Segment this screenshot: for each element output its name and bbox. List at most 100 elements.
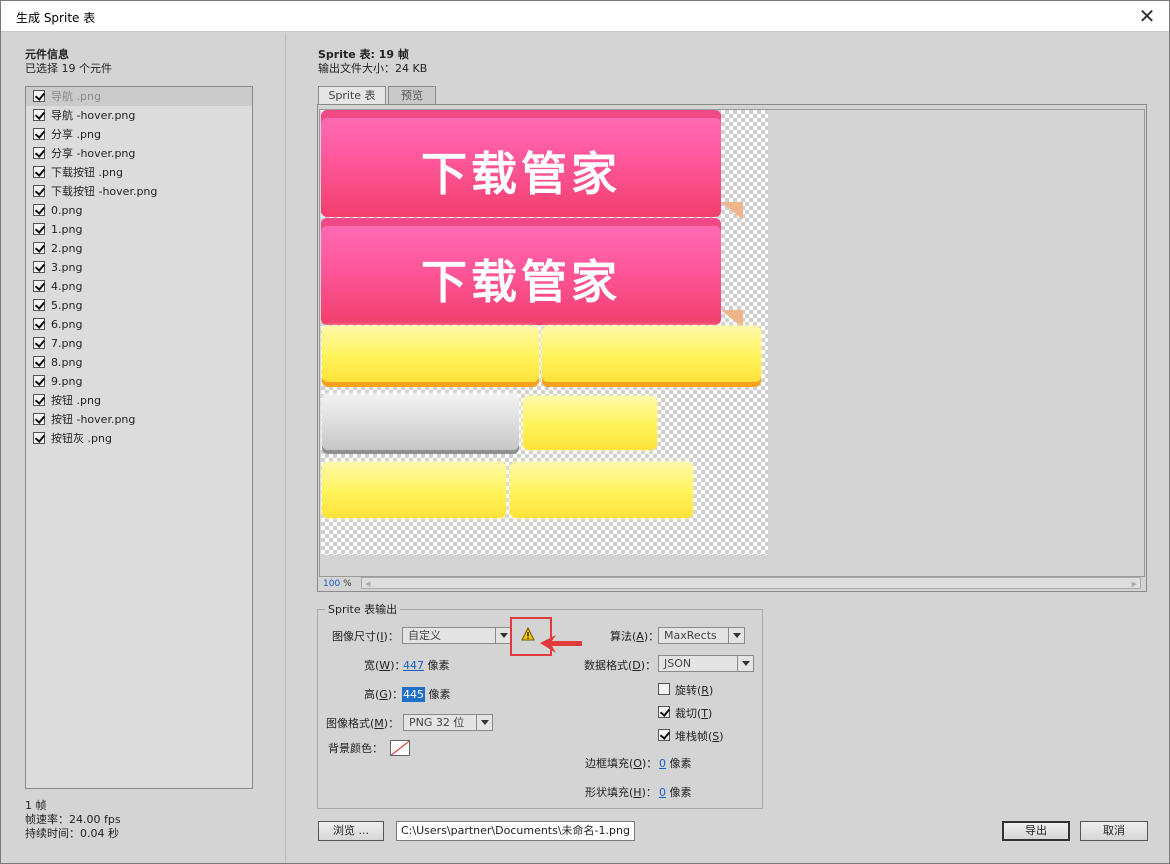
symbol-list-item[interactable]: 分享 -hover.png <box>26 144 252 163</box>
trim-checkbox[interactable] <box>658 706 670 718</box>
symbol-checkbox[interactable] <box>33 394 45 406</box>
zoom-value[interactable]: 100 <box>323 579 340 589</box>
width-label: 宽(W)： <box>364 659 406 672</box>
cancel-button[interactable]: 取消 <box>1080 821 1148 841</box>
image-format-select[interactable]: PNG 32 位 <box>403 714 493 731</box>
rotate-checkbox[interactable] <box>658 683 670 695</box>
zoom-level[interactable]: 100 % <box>323 579 352 589</box>
height-value[interactable]: 445 <box>402 687 425 702</box>
symbol-checkbox[interactable] <box>33 147 45 159</box>
symbol-list-item[interactable]: 2.png <box>26 239 252 258</box>
red-arrow-left-icon <box>540 635 582 653</box>
symbol-list-item[interactable]: 5.png <box>26 296 252 315</box>
zoom-unit: % <box>343 579 352 589</box>
symbol-list-item[interactable]: 0.png <box>26 201 252 220</box>
symbol-list-item[interactable]: 按钮灰 .png <box>26 429 252 448</box>
stack-frames-label: 堆栈帧(S) <box>675 730 724 743</box>
symbol-list-item[interactable]: 7.png <box>26 334 252 353</box>
image-size-label: 图像尺寸(I)： <box>332 630 399 643</box>
symbol-checkbox[interactable] <box>33 356 45 368</box>
symbol-checkbox[interactable] <box>33 432 45 444</box>
symbol-checkbox[interactable] <box>33 318 45 330</box>
symbol-checkbox[interactable] <box>33 166 45 178</box>
symbol-checkbox[interactable] <box>33 413 45 425</box>
symbol-list[interactable]: 导航 .png 导航 -hover.png 分享 .png 分享 -hover.png… <box>25 86 253 789</box>
algorithm-label: 算法(A)： <box>610 630 660 643</box>
symbol-list-item[interactable]: 下载按钮 -hover.png <box>26 182 252 201</box>
height-field[interactable]: 445 像素 <box>402 686 451 702</box>
symbol-list-item[interactable]: 6.png <box>26 315 252 334</box>
image-format-label: 图像格式(M)： <box>326 717 400 730</box>
symbol-list-item[interactable]: 8.png <box>26 353 252 372</box>
symbol-label: 分享 -hover.png <box>51 147 136 160</box>
horizontal-scrollbar[interactable]: ◀ ▶ <box>361 577 1141 589</box>
border-padding-field[interactable]: 0 像素 <box>659 755 692 771</box>
scroll-right-icon[interactable]: ▶ <box>1132 580 1137 588</box>
symbol-checkbox[interactable] <box>33 90 45 102</box>
symbol-label: 2.png <box>51 242 83 255</box>
button-sprite-3 <box>322 462 506 518</box>
symbol-label: 7.png <box>51 337 83 350</box>
algorithm-value: MaxRects <box>664 629 717 642</box>
symbol-list-item[interactable]: 分享 .png <box>26 125 252 144</box>
export-button[interactable]: 导出 <box>1002 821 1070 841</box>
border-padding-value[interactable]: 0 <box>659 757 666 770</box>
border-padding-label: 边框填充(O)： <box>585 757 658 770</box>
shape-padding-field[interactable]: 0 像素 <box>659 784 692 800</box>
symbol-list-item[interactable]: 下载按钮 .png <box>26 163 252 182</box>
symbol-list-item[interactable]: 9.png <box>26 372 252 391</box>
symbol-checkbox[interactable] <box>33 204 45 216</box>
symbol-checkbox[interactable] <box>33 109 45 121</box>
width-value[interactable]: 447 <box>403 659 424 672</box>
output-file-size: 输出文件大小：24 KB <box>318 62 428 75</box>
shape-padding-value[interactable]: 0 <box>659 786 666 799</box>
close-icon[interactable]: ✕ <box>1135 4 1159 28</box>
output-path-input[interactable]: C:\Users\partner\Documents\未命名-1.png <box>396 821 635 841</box>
symbol-checkbox[interactable] <box>33 185 45 197</box>
sprite-sheet-image: 下载管家 下载管家 <box>321 110 768 555</box>
symbol-checkbox[interactable] <box>33 128 45 140</box>
symbol-checkbox[interactable] <box>33 242 45 254</box>
download-manager-button-sprite: 下载管家 <box>321 110 721 217</box>
symbol-checkbox[interactable] <box>33 261 45 273</box>
symbol-list-item[interactable]: 导航 .png <box>26 87 252 106</box>
symbol-label: 8.png <box>51 356 83 369</box>
symbol-list-item[interactable]: 1.png <box>26 220 252 239</box>
tab-sprite-sheet[interactable]: Sprite 表 <box>318 86 386 105</box>
symbol-list-item[interactable]: 导航 -hover.png <box>26 106 252 125</box>
scroll-left-icon[interactable]: ◀ <box>365 580 370 588</box>
symbol-list-item[interactable]: 按钮 .png <box>26 391 252 410</box>
selected-count: 已选择 19 个元件 <box>25 62 112 75</box>
rotate-label: 旋转(R) <box>675 684 714 697</box>
symbol-checkbox[interactable] <box>33 280 45 292</box>
symbol-label: 4.png <box>51 280 83 293</box>
tab-preview[interactable]: 预览 <box>388 86 436 104</box>
symbol-label: 按钮 -hover.png <box>51 413 136 426</box>
symbol-list-item[interactable]: 3.png <box>26 258 252 277</box>
symbol-list-item[interactable]: 按钮 -hover.png <box>26 410 252 429</box>
data-format-value: JSON <box>664 657 692 670</box>
image-size-select[interactable]: 自定义 <box>402 627 512 644</box>
title-bar: 生成 Sprite 表 ✕ <box>1 1 1169 32</box>
stack-frames-checkbox[interactable] <box>658 729 670 741</box>
symbol-checkbox[interactable] <box>33 299 45 311</box>
symbol-list-item[interactable]: 4.png <box>26 277 252 296</box>
sprite-preview-panel: 下载管家 下载管家 100 % ◀ ▶ <box>317 104 1147 592</box>
algorithm-select[interactable]: MaxRects <box>658 627 745 644</box>
sprite-canvas: 下载管家 下载管家 <box>319 109 1145 577</box>
warning-triangle-icon[interactable] <box>521 627 535 641</box>
duration: 持续时间：0.04 秒 <box>25 827 119 840</box>
width-field[interactable]: 447 像素 <box>403 657 450 673</box>
trim-label: 裁切(T) <box>675 707 713 720</box>
symbol-checkbox[interactable] <box>33 375 45 387</box>
symbol-label: 0.png <box>51 204 83 217</box>
shape-padding-label: 形状填充(H)： <box>585 786 657 799</box>
button-hover-sprite <box>523 396 657 450</box>
browse-button[interactable]: 浏览 ... <box>318 821 384 841</box>
symbol-checkbox[interactable] <box>33 337 45 349</box>
bg-color-swatch[interactable] <box>390 740 410 756</box>
button-sprite-2 <box>542 326 761 382</box>
symbol-label: 下载按钮 .png <box>51 166 123 179</box>
data-format-select[interactable]: JSON <box>658 655 754 672</box>
symbol-checkbox[interactable] <box>33 223 45 235</box>
